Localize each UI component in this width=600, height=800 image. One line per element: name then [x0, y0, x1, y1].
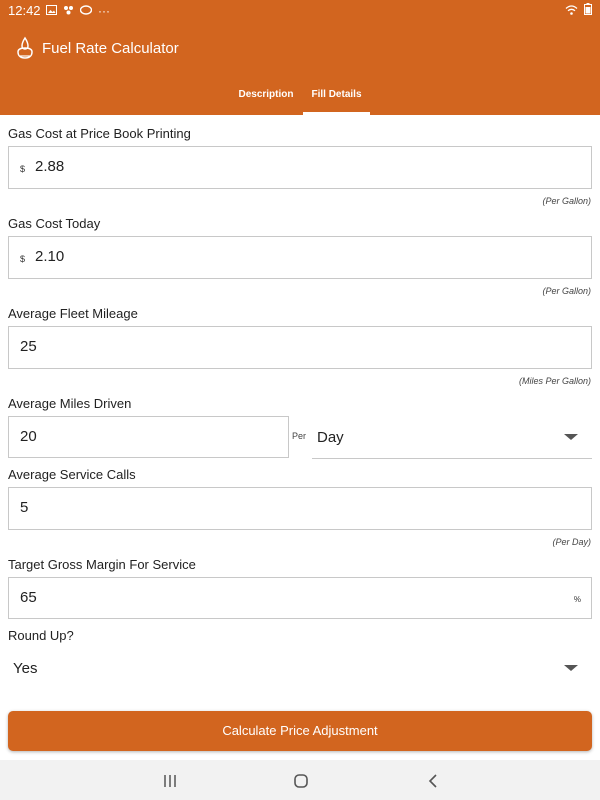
- gas-cost-printing-hint: (Per Gallon): [542, 196, 591, 206]
- battery-icon: [584, 3, 592, 18]
- tab-bar: Description Fill Details: [0, 80, 600, 115]
- gas-cost-today-label: Gas Cost Today: [8, 216, 101, 231]
- round-up-label: Round Up?: [8, 628, 74, 643]
- service-calls-hint: (Per Day): [552, 537, 591, 547]
- status-time: 12:42: [8, 3, 41, 18]
- miles-driven-value: 20: [20, 428, 37, 445]
- tab-description[interactable]: Description: [232, 80, 300, 115]
- image-notification-icon: [46, 3, 57, 18]
- fleet-mileage-hint: (Miles Per Gallon): [518, 376, 591, 386]
- gas-cost-today-hint: (Per Gallon): [542, 286, 591, 296]
- system-nav-bar: [0, 760, 600, 800]
- service-calls-value: 5: [20, 499, 29, 516]
- home-icon[interactable]: [291, 772, 311, 790]
- wifi-icon: [565, 3, 578, 18]
- overflow-icon: ···: [98, 3, 110, 18]
- miles-period-value: Day: [317, 429, 344, 446]
- app-notification-icon: [63, 3, 74, 18]
- gas-cost-today-value: 2.10: [35, 248, 65, 265]
- miles-driven-label: Average Miles Driven: [8, 396, 132, 411]
- round-up-value: Yes: [13, 660, 38, 677]
- app-logo-icon: [14, 36, 36, 60]
- tab-selected-indicator: [303, 112, 370, 115]
- gross-margin-label: Target Gross Margin For Service: [8, 557, 196, 572]
- gas-cost-printing-label: Gas Cost at Price Book Printing: [8, 126, 191, 141]
- gas-cost-today-input[interactable]: $ 2.10: [8, 236, 592, 279]
- tab-fill-details[interactable]: Fill Details: [303, 80, 370, 115]
- fleet-mileage-label: Average Fleet Mileage: [8, 306, 138, 321]
- leaf-notification-icon: [79, 3, 93, 18]
- service-calls-label: Average Service Calls: [8, 467, 136, 482]
- fleet-mileage-value: 25: [20, 338, 37, 355]
- recent-apps-icon[interactable]: [160, 772, 180, 790]
- percent-suffix: %: [573, 595, 581, 604]
- miles-driven-input[interactable]: 20: [8, 416, 289, 458]
- fleet-mileage-input[interactable]: 25: [8, 326, 592, 369]
- per-label: Per: [292, 431, 307, 441]
- app-title: Fuel Rate Calculator: [42, 40, 179, 57]
- round-up-dropdown[interactable]: Yes: [8, 648, 592, 690]
- back-icon[interactable]: [423, 772, 443, 790]
- currency-prefix: $: [20, 164, 26, 174]
- chevron-down-icon: [564, 665, 578, 671]
- calculate-button[interactable]: Calculate Price Adjustment: [8, 711, 592, 751]
- gas-cost-printing-value: 2.88: [35, 158, 65, 175]
- status-bar: 12:42 ···: [0, 0, 600, 22]
- miles-period-dropdown[interactable]: Day: [312, 417, 592, 459]
- currency-prefix: $: [20, 254, 26, 264]
- app-bar: 12:42 ··· Fuel Rate Calculator Descripti…: [0, 0, 600, 115]
- service-calls-input[interactable]: 5: [8, 487, 592, 530]
- gas-cost-printing-input[interactable]: $ 2.88: [8, 146, 592, 189]
- gross-margin-input[interactable]: 65 %: [8, 577, 592, 619]
- chevron-down-icon: [564, 434, 578, 440]
- gross-margin-value: 65: [20, 589, 37, 606]
